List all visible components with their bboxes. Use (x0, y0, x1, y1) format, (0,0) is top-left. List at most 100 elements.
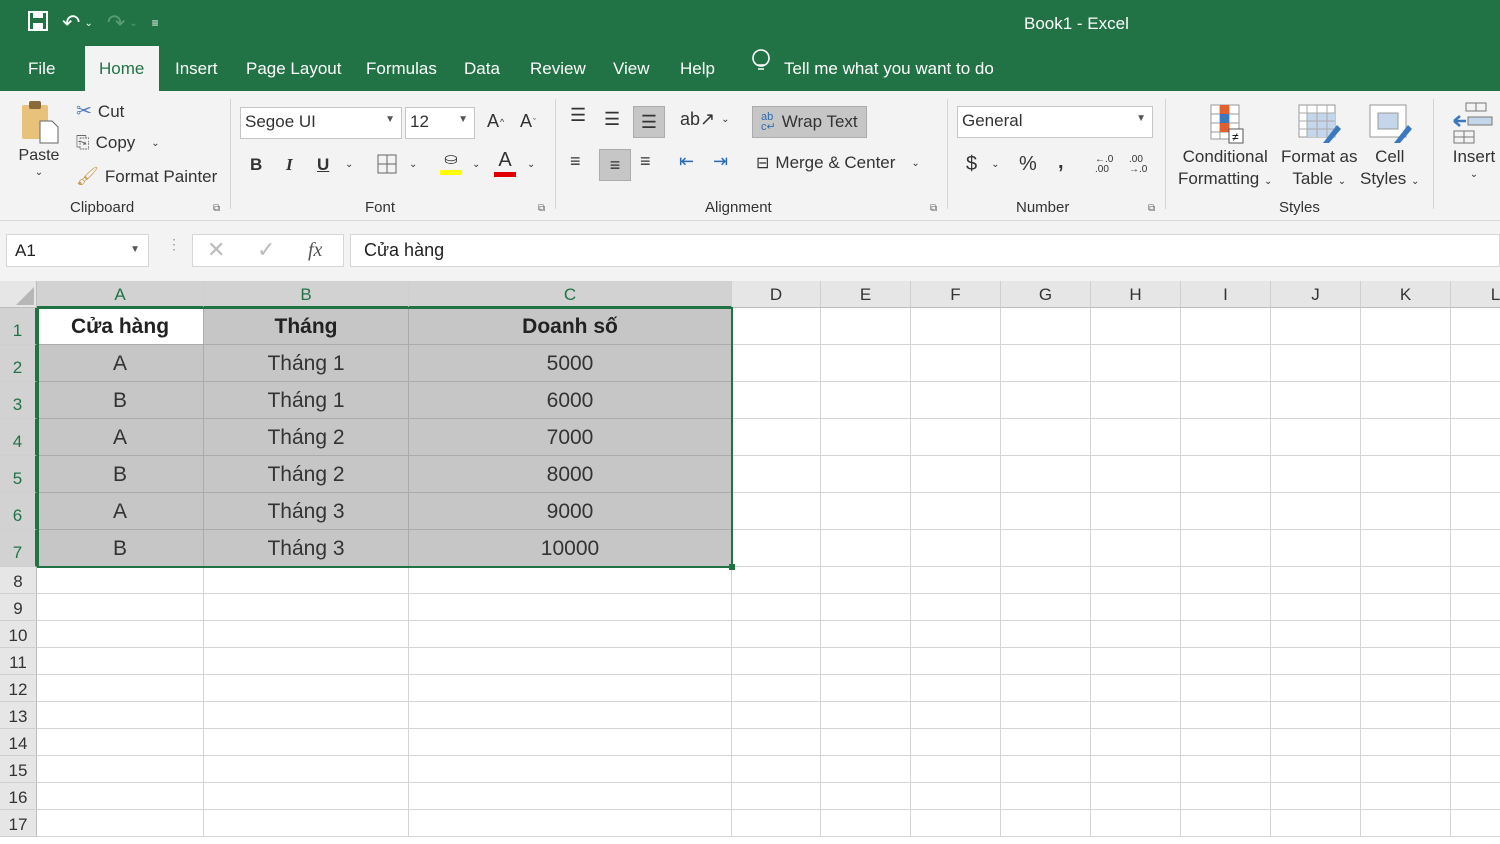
cell-e11[interactable] (821, 648, 911, 675)
alignment-launcher-icon[interactable]: ⧉ (930, 203, 937, 214)
cell-c4[interactable]: 7000 (409, 419, 732, 456)
row-header-15[interactable]: 15 (0, 756, 37, 783)
cell-f5[interactable] (911, 456, 1001, 493)
cell-e2[interactable] (821, 345, 911, 382)
cell-k3[interactable] (1361, 382, 1451, 419)
tab-page-layout[interactable]: Page Layout (232, 46, 355, 91)
comma-style-button[interactable]: , (1058, 151, 1064, 174)
cell-e7[interactable] (821, 530, 911, 567)
cell-h17[interactable] (1091, 810, 1181, 837)
clipboard-launcher-icon[interactable]: ⧉ (213, 203, 220, 214)
accounting-format-button[interactable]: $ ⌄ (966, 153, 1000, 176)
cell-j10[interactable] (1271, 621, 1361, 648)
cell-b11[interactable] (204, 648, 409, 675)
cell-j15[interactable] (1271, 756, 1361, 783)
cell-e5[interactable] (821, 456, 911, 493)
cell-j2[interactable] (1271, 345, 1361, 382)
cell-e4[interactable] (821, 419, 911, 456)
row-header-14[interactable]: 14 (0, 729, 37, 756)
cell-a11[interactable] (37, 648, 204, 675)
cell-f15[interactable] (911, 756, 1001, 783)
cell-d5[interactable] (732, 456, 821, 493)
conditional-formatting-button[interactable]: ≠ Conditional Formatting ⌄ (1178, 103, 1272, 189)
number-launcher-icon[interactable]: ⧉ (1148, 203, 1155, 214)
cell-f16[interactable] (911, 783, 1001, 810)
cell-d3[interactable] (732, 382, 821, 419)
cell-b14[interactable] (204, 729, 409, 756)
cell-c5[interactable]: 8000 (409, 456, 732, 493)
number-format-select[interactable]: General ▼ (957, 106, 1153, 138)
cell-d2[interactable] (732, 345, 821, 382)
align-left-button[interactable]: ≡ (570, 151, 581, 172)
tab-view[interactable]: View (599, 46, 664, 91)
tab-data[interactable]: Data (450, 46, 514, 91)
cell-h16[interactable] (1091, 783, 1181, 810)
cell-a15[interactable] (37, 756, 204, 783)
underline-dropdown-icon[interactable]: ⌄ (345, 159, 353, 170)
cell-k9[interactable] (1361, 594, 1451, 621)
cell-h15[interactable] (1091, 756, 1181, 783)
cell-e8[interactable] (821, 567, 911, 594)
cell-i5[interactable] (1181, 456, 1271, 493)
cell-c12[interactable] (409, 675, 732, 702)
cell-h12[interactable] (1091, 675, 1181, 702)
cell-k5[interactable] (1361, 456, 1451, 493)
cell-c17[interactable] (409, 810, 732, 837)
cell-f13[interactable] (911, 702, 1001, 729)
cell-g9[interactable] (1001, 594, 1091, 621)
cell-l10[interactable] (1451, 621, 1500, 648)
cell-b3[interactable]: Tháng 1 (204, 382, 409, 419)
row-header-3[interactable]: 3 (0, 382, 37, 419)
save-icon[interactable] (28, 10, 48, 36)
column-header-i[interactable]: I (1181, 281, 1271, 308)
cell-g1[interactable] (1001, 308, 1091, 345)
decrease-font-size-button[interactable]: Aˇ (520, 111, 536, 132)
cancel-icon[interactable]: ✕ (207, 237, 225, 263)
undo-icon[interactable]: ↶ (62, 10, 80, 36)
cell-b13[interactable] (204, 702, 409, 729)
insert-function-icon[interactable]: fx (308, 239, 322, 262)
cell-c14[interactable] (409, 729, 732, 756)
cell-k4[interactable] (1361, 419, 1451, 456)
cell-h5[interactable] (1091, 456, 1181, 493)
row-header-11[interactable]: 11 (0, 648, 37, 675)
tab-file[interactable]: File (14, 46, 69, 91)
row-header-1[interactable]: 1 (0, 308, 37, 345)
cell-e13[interactable] (821, 702, 911, 729)
cell-l17[interactable] (1451, 810, 1500, 837)
cell-a6[interactable]: A (37, 493, 204, 530)
redo-icon[interactable]: ↷ (107, 10, 125, 36)
formula-bar-grip-icon[interactable]: ⋮ (167, 237, 181, 251)
cell-e6[interactable] (821, 493, 911, 530)
row-header-6[interactable]: 6 (0, 493, 37, 530)
cell-l15[interactable] (1451, 756, 1500, 783)
column-header-d[interactable]: D (732, 281, 821, 308)
merge-center-button[interactable]: ⊟ Merge & Center ⌄ (756, 153, 920, 173)
cell-g10[interactable] (1001, 621, 1091, 648)
cell-g15[interactable] (1001, 756, 1091, 783)
fill-color-button[interactable]: ⛀ (440, 149, 462, 175)
cell-b4[interactable]: Tháng 2 (204, 419, 409, 456)
cell-d15[interactable] (732, 756, 821, 783)
cell-d14[interactable] (732, 729, 821, 756)
percent-style-button[interactable]: % (1019, 153, 1037, 176)
cell-k16[interactable] (1361, 783, 1451, 810)
row-header-2[interactable]: 2 (0, 345, 37, 382)
increase-decimal-button[interactable]: ←.0.00 (1095, 155, 1113, 175)
cell-l11[interactable] (1451, 648, 1500, 675)
cell-e14[interactable] (821, 729, 911, 756)
font-size-select[interactable]: 12 ▼ (405, 107, 475, 139)
cell-i7[interactable] (1181, 530, 1271, 567)
cell-l2[interactable] (1451, 345, 1500, 382)
wrap-text-button[interactable]: ab c↵ Wrap Text (752, 106, 867, 138)
cell-e17[interactable] (821, 810, 911, 837)
cell-h1[interactable] (1091, 308, 1181, 345)
cell-d8[interactable] (732, 567, 821, 594)
cell-c15[interactable] (409, 756, 732, 783)
cell-h13[interactable] (1091, 702, 1181, 729)
cell-h10[interactable] (1091, 621, 1181, 648)
cell-i1[interactable] (1181, 308, 1271, 345)
formula-input[interactable]: Cửa hàng (350, 234, 1500, 267)
cell-d12[interactable] (732, 675, 821, 702)
cell-c8[interactable] (409, 567, 732, 594)
